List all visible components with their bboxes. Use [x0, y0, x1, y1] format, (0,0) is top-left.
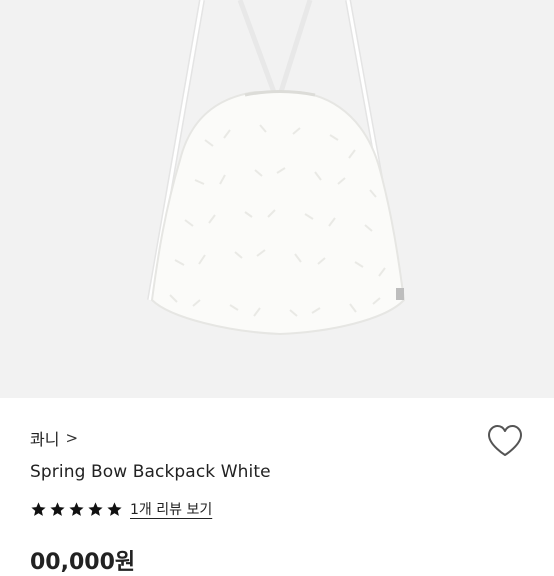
product-info: 콰니 > Spring Bow Backpack White 1개 리뷰 보기 …: [0, 398, 554, 575]
star-filled-icon: [88, 501, 103, 516]
backpack-illustration: [147, 0, 406, 336]
rating-row: 1개 리뷰 보기: [30, 499, 212, 519]
heart-outline-icon: [488, 425, 522, 456]
star-filled-icon: [69, 501, 84, 516]
wishlist-button[interactable]: [486, 424, 526, 460]
star-filled-icon: [50, 501, 65, 516]
star-filled-icon: [107, 501, 122, 516]
brand-link[interactable]: 콰니 >: [30, 426, 78, 450]
product-image[interactable]: [0, 0, 554, 398]
chevron-right-icon: >: [65, 429, 79, 447]
product-title: Spring Bow Backpack White: [30, 462, 271, 482]
review-link[interactable]: 1개 리뷰 보기: [130, 499, 212, 519]
product-price: 00,000원: [30, 550, 136, 575]
star-filled-icon: [31, 501, 46, 516]
brand-name[interactable]: 콰니: [30, 426, 59, 450]
rating-stars: [30, 501, 123, 518]
